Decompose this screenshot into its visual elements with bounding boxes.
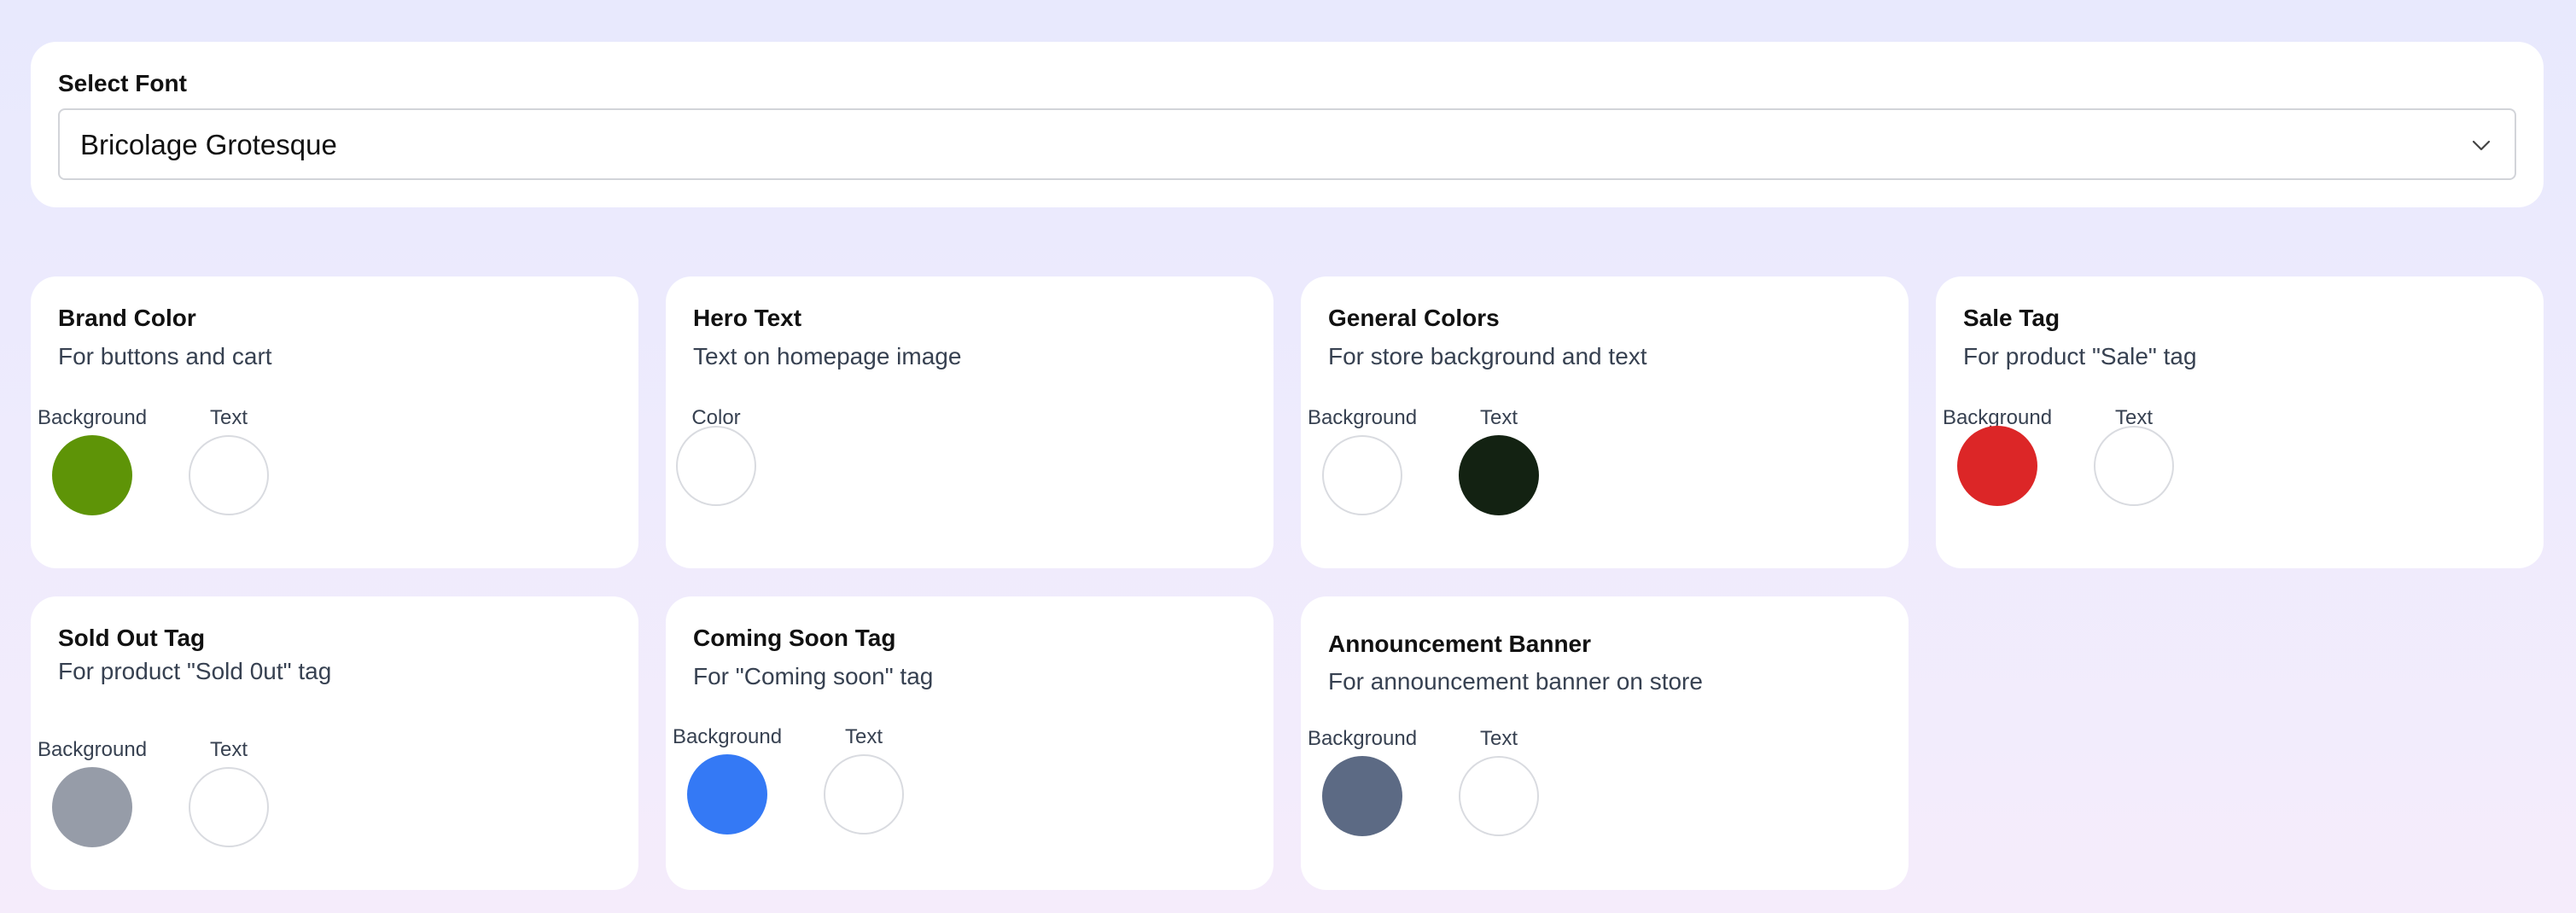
background-color-swatch[interactable]	[1322, 435, 1402, 515]
card-title: Announcement Banner	[1328, 631, 1592, 657]
text-swatch-group: Text	[1439, 406, 1559, 515]
background-swatch-group: Background	[1303, 406, 1422, 515]
text-swatch-group: Text	[2074, 406, 2194, 506]
font-select-value: Bricolage Grotesque	[80, 129, 337, 160]
text-swatch-group: Text	[169, 738, 288, 847]
background-swatch-group: Background	[32, 738, 152, 847]
card-description: For product "Sale" tag	[1963, 343, 2197, 369]
text-color-swatch[interactable]	[1459, 756, 1539, 836]
card-title: Coming Soon Tag	[693, 625, 896, 651]
card-title: General Colors	[1328, 305, 1500, 331]
text-color-swatch[interactable]	[824, 754, 904, 834]
card-title: Sold Out Tag	[58, 625, 206, 651]
background-swatch-group: Background	[667, 725, 787, 834]
background-swatch-group: Background	[1938, 406, 2057, 506]
background-color-swatch[interactable]	[1957, 426, 2037, 506]
background-label: Background	[1307, 727, 1418, 750]
background-label: Background	[1307, 406, 1418, 429]
text-label: Text	[1479, 406, 1518, 429]
card-title: Sale Tag	[1963, 305, 2060, 331]
font-select-dropdown[interactable]: Bricolage Grotesque	[58, 108, 2516, 180]
sold-out-tag-card: Sold Out Tag For product "Sold 0ut" tag …	[31, 596, 638, 890]
background-color-swatch[interactable]	[1322, 756, 1402, 836]
background-swatch-group: Background	[32, 406, 152, 515]
text-color-swatch[interactable]	[2094, 426, 2174, 506]
sale-tag-card: Sale Tag For product "Sale" tag Backgrou…	[1936, 276, 2544, 568]
brand-color-card: Brand Color For buttons and cart Backgro…	[31, 276, 638, 568]
background-color-swatch[interactable]	[687, 754, 767, 834]
hero-text-card: Hero Text Text on homepage image Color	[666, 276, 1273, 568]
card-title: Brand Color	[58, 305, 196, 331]
card-description: For "Coming soon" tag	[693, 663, 934, 689]
text-swatch-group: Text	[804, 725, 924, 834]
text-label: Text	[209, 406, 248, 429]
card-description: For buttons and cart	[58, 343, 272, 369]
text-swatch-group: Text	[1439, 727, 1559, 836]
announcement-banner-card: Announcement Banner For announcement ban…	[1301, 596, 1909, 890]
background-label: Background	[672, 725, 783, 748]
text-label: Text	[844, 725, 883, 748]
card-description: Text on homepage image	[693, 343, 962, 369]
color-swatch[interactable]	[676, 426, 756, 506]
text-swatch-group: Text	[169, 406, 288, 515]
background-label: Background	[37, 738, 148, 761]
card-description: For store background and text	[1328, 343, 1647, 369]
color-swatch-group: Color	[676, 406, 756, 506]
text-color-swatch[interactable]	[189, 767, 269, 847]
card-description: For product "Sold 0ut" tag	[58, 658, 332, 684]
text-label: Text	[1479, 727, 1518, 750]
general-colors-card: General Colors For store background and …	[1301, 276, 1909, 568]
text-color-swatch[interactable]	[189, 435, 269, 515]
font-settings-card: Select Font Bricolage Grotesque	[31, 42, 2544, 207]
text-color-swatch[interactable]	[1459, 435, 1539, 515]
card-title: Hero Text	[693, 305, 802, 331]
background-swatch-group: Background	[1303, 727, 1422, 836]
card-description: For announcement banner on store	[1328, 668, 1703, 695]
background-color-swatch[interactable]	[52, 767, 132, 847]
text-label: Text	[209, 738, 248, 761]
coming-soon-tag-card: Coming Soon Tag For "Coming soon" tag Ba…	[666, 596, 1273, 890]
background-color-swatch[interactable]	[52, 435, 132, 515]
background-label: Background	[37, 406, 148, 429]
chevron-down-icon	[2472, 140, 2491, 151]
font-select-label: Select Font	[58, 70, 187, 96]
